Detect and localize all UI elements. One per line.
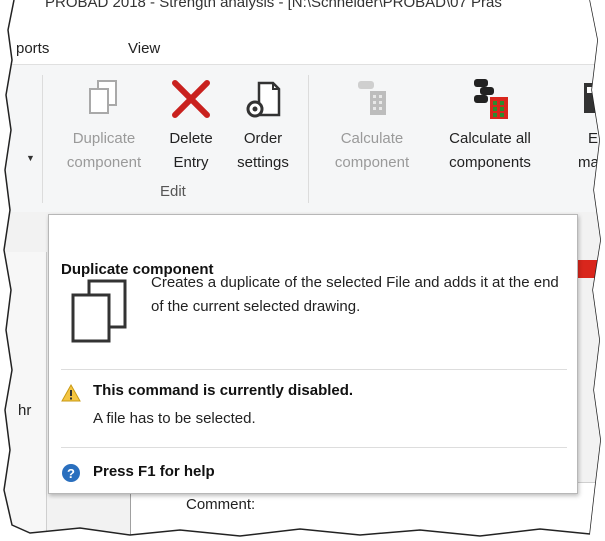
application-window: PROBAD 2018 - Strength analysis - [N:\Sc… — [0, 0, 605, 541]
torn-paper-edge — [0, 0, 605, 541]
